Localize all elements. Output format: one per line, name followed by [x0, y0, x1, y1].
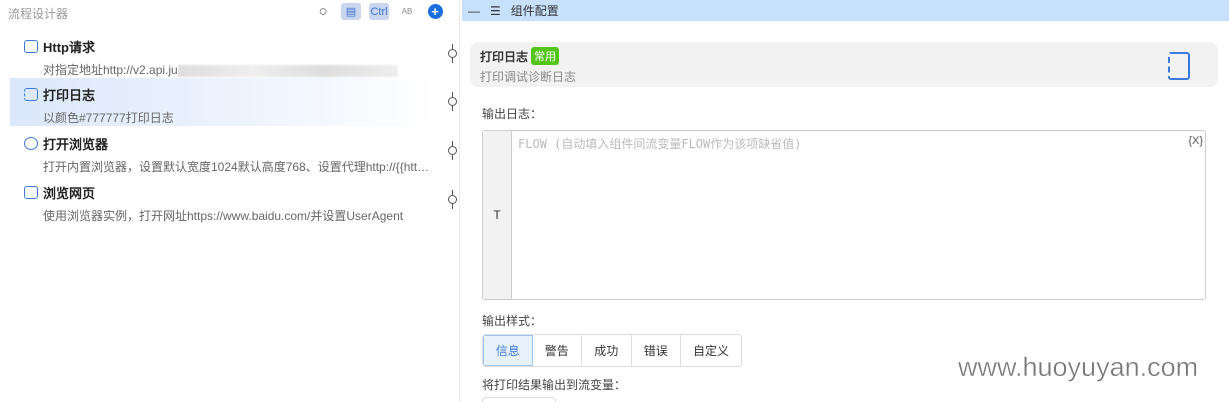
item-desc: 打开内置浏览器，设置默认宽度1024默认高度768、设置代理http://{{h…	[43, 160, 435, 174]
list-item[interactable]: 打开浏览器 打开内置浏览器，设置默认宽度1024默认高度768、设置代理http…	[10, 127, 435, 175]
output-log-input[interactable]: T FLOW (自动填入组件间流变量FLOW作为该项缺省值) {X}	[482, 130, 1206, 300]
toolbar: ○ ▤ Ctrl AB +	[313, 3, 445, 20]
connector-icon[interactable]	[448, 141, 457, 160]
flow-designer-panel: 流程设计器 ○ ▤ Ctrl AB + Http请求 对指定地址http://v…	[0, 0, 460, 402]
list-item[interactable]: Http请求 对指定地址http://v2.api.ju	[10, 30, 435, 78]
connector-icon[interactable]	[448, 190, 457, 209]
http-icon	[24, 40, 38, 53]
style-selector: 信息 警告 成功 错误 自定义	[482, 334, 742, 367]
list-item[interactable]: 浏览网页 使用浏览器实例，打开网址https://www.baidu.com/并…	[10, 176, 435, 224]
config-panel: — ☰ 组件配置 打印日志 常用 打印调试诊断日志 输出日志： T FLOW (自…	[462, 0, 1229, 402]
log-icon	[24, 88, 38, 101]
style-info[interactable]: 信息	[483, 335, 533, 366]
style-label: 输出样式：	[482, 314, 543, 328]
header-title: 组件配置	[510, 4, 559, 18]
component-card: 打印日志 常用 打印调试诊断日志	[470, 42, 1218, 87]
text-type-toggle[interactable]: T	[483, 131, 512, 299]
item-title: 浏览网页	[43, 186, 96, 201]
panel-title: 流程设计器	[8, 7, 69, 21]
item-title: 打开浏览器	[43, 137, 109, 152]
output-log-label: 输出日志：	[482, 107, 543, 121]
redacted-text	[177, 64, 398, 77]
item-desc: 使用浏览器实例，打开网址https://www.baidu.com/并设置Use…	[43, 209, 404, 223]
ctrl-button[interactable]: Ctrl	[369, 3, 389, 20]
variable-button[interactable]: {X}	[1188, 135, 1203, 147]
style-success[interactable]: 成功	[582, 335, 632, 366]
save-var-label: 将打印结果输出到流变量：	[482, 378, 627, 392]
common-badge: 常用	[531, 47, 560, 65]
item-desc: 对指定地址http://v2.api.ju	[43, 63, 178, 77]
watermark: www.huoyuyan.com	[958, 352, 1199, 382]
webpage-icon	[24, 186, 38, 199]
add-icon[interactable]: +	[425, 3, 445, 20]
component-title: 打印日志	[480, 49, 529, 64]
item-desc: 以颜色#777777打印日志	[43, 111, 174, 125]
item-title: Http请求	[43, 40, 95, 55]
log-icon	[1168, 52, 1190, 80]
style-warning[interactable]: 警告	[533, 335, 582, 366]
save-var-toggle[interactable]	[482, 397, 556, 402]
list-item[interactable]: 打印日志 以颜色#777777打印日志	[10, 78, 435, 126]
style-error[interactable]: 错误	[632, 335, 681, 366]
spellcheck-icon[interactable]: AB	[397, 3, 417, 20]
collapse-icon[interactable]: —	[468, 4, 480, 18]
config-header: — ☰ 组件配置	[462, 0, 1229, 21]
connector-icon[interactable]	[448, 44, 457, 63]
item-title: 打印日志	[43, 88, 96, 103]
layout-icon[interactable]: ☰	[490, 4, 501, 18]
search-icon[interactable]: ○	[313, 3, 333, 20]
connector-icon[interactable]	[448, 92, 457, 111]
compass-icon	[24, 137, 38, 150]
copy-icon[interactable]: ▤	[341, 3, 361, 20]
style-custom[interactable]: 自定义	[681, 335, 741, 366]
component-subtitle: 打印调试诊断日志	[480, 70, 577, 84]
placeholder: FLOW (自动填入组件间流变量FLOW作为该项缺省值)	[518, 137, 802, 151]
